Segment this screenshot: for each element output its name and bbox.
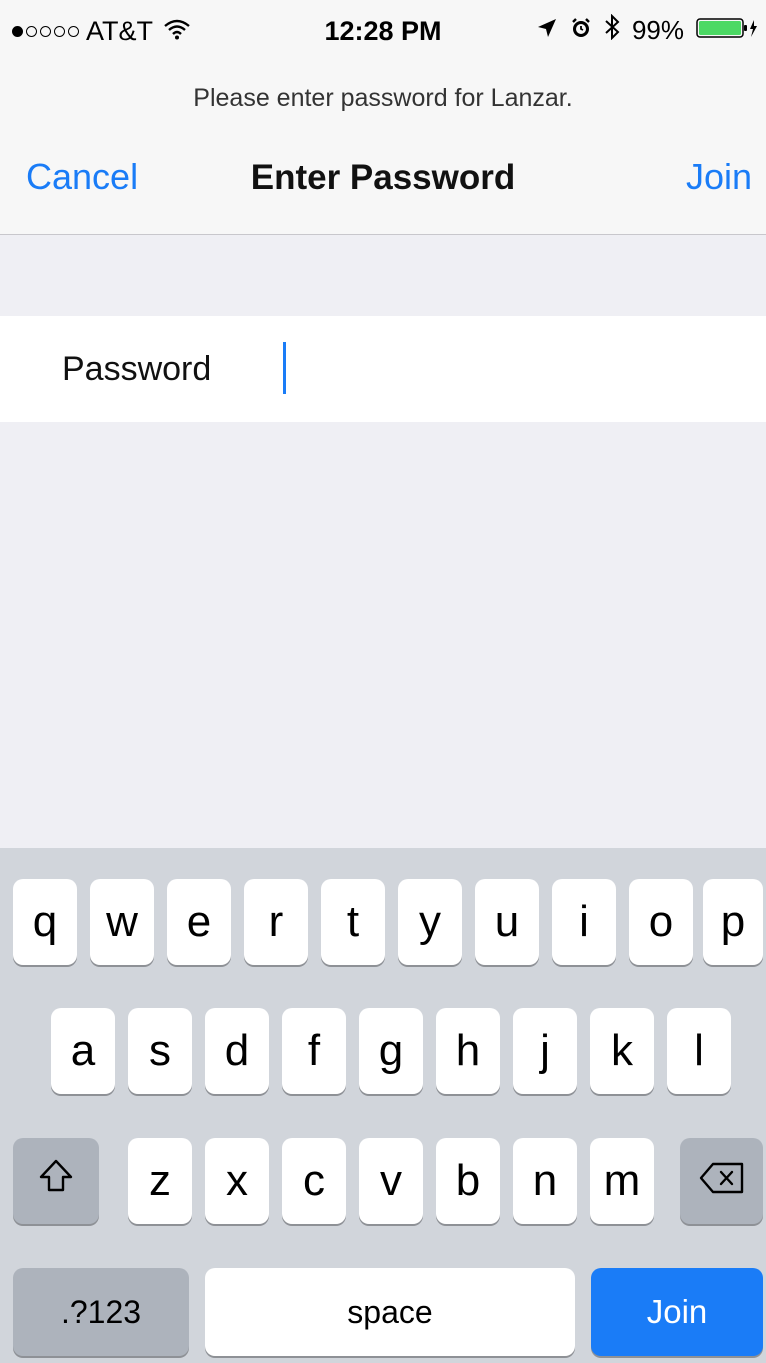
- key-t[interactable]: t: [321, 879, 385, 965]
- key-e[interactable]: e: [167, 879, 231, 965]
- backspace-key[interactable]: [680, 1138, 763, 1224]
- key-y[interactable]: y: [398, 879, 462, 965]
- key-s[interactable]: s: [128, 1008, 192, 1094]
- key-f[interactable]: f: [282, 1008, 346, 1094]
- key-n[interactable]: n: [513, 1138, 577, 1224]
- shift-key[interactable]: [13, 1138, 99, 1224]
- key-r[interactable]: r: [244, 879, 308, 965]
- key-a[interactable]: a: [51, 1008, 115, 1094]
- keyboard-join-button[interactable]: Join: [591, 1268, 763, 1356]
- status-right: 99%: [536, 13, 758, 47]
- key-i[interactable]: i: [552, 879, 616, 965]
- key-h[interactable]: h: [436, 1008, 500, 1094]
- nav-header: Please enter password for Lanzar. Cancel…: [0, 66, 766, 235]
- key-w[interactable]: w: [90, 879, 154, 965]
- battery-icon: [696, 15, 758, 46]
- key-p[interactable]: p: [703, 879, 763, 965]
- backspace-icon: [699, 1156, 745, 1206]
- password-label: Password: [62, 350, 212, 388]
- bluetooth-icon: [604, 13, 620, 47]
- key-b[interactable]: b: [436, 1138, 500, 1224]
- password-prompt: Please enter password for Lanzar.: [193, 84, 573, 112]
- location-arrow-icon: [536, 15, 558, 46]
- key-x[interactable]: x: [205, 1138, 269, 1224]
- keyboard: q w e r t y u i o p a s d f g h j k l z …: [0, 848, 766, 1363]
- password-input[interactable]: [282, 336, 742, 402]
- battery-percent: 99%: [631, 15, 684, 45]
- key-j[interactable]: j: [513, 1008, 577, 1094]
- key-d[interactable]: d: [205, 1008, 269, 1094]
- key-z[interactable]: z: [128, 1138, 192, 1224]
- key-k[interactable]: k: [590, 1008, 654, 1094]
- key-g[interactable]: g: [359, 1008, 423, 1094]
- join-button[interactable]: Join: [686, 156, 752, 198]
- key-u[interactable]: u: [475, 879, 539, 965]
- key-o[interactable]: o: [629, 879, 693, 965]
- numbers-key[interactable]: .?123: [13, 1268, 189, 1356]
- space-key[interactable]: space: [205, 1268, 575, 1356]
- text-caret: [283, 342, 286, 394]
- page-title: Enter Password: [250, 158, 516, 197]
- key-c[interactable]: c: [282, 1138, 346, 1224]
- key-v[interactable]: v: [359, 1138, 423, 1224]
- key-m[interactable]: m: [590, 1138, 654, 1224]
- status-bar: AT&T 12:28 PM 99%: [0, 0, 766, 66]
- alarm-icon: [570, 15, 592, 46]
- password-row: Password: [0, 316, 766, 422]
- key-q[interactable]: q: [13, 879, 77, 965]
- key-l[interactable]: l: [667, 1008, 731, 1094]
- shift-icon: [36, 1156, 76, 1207]
